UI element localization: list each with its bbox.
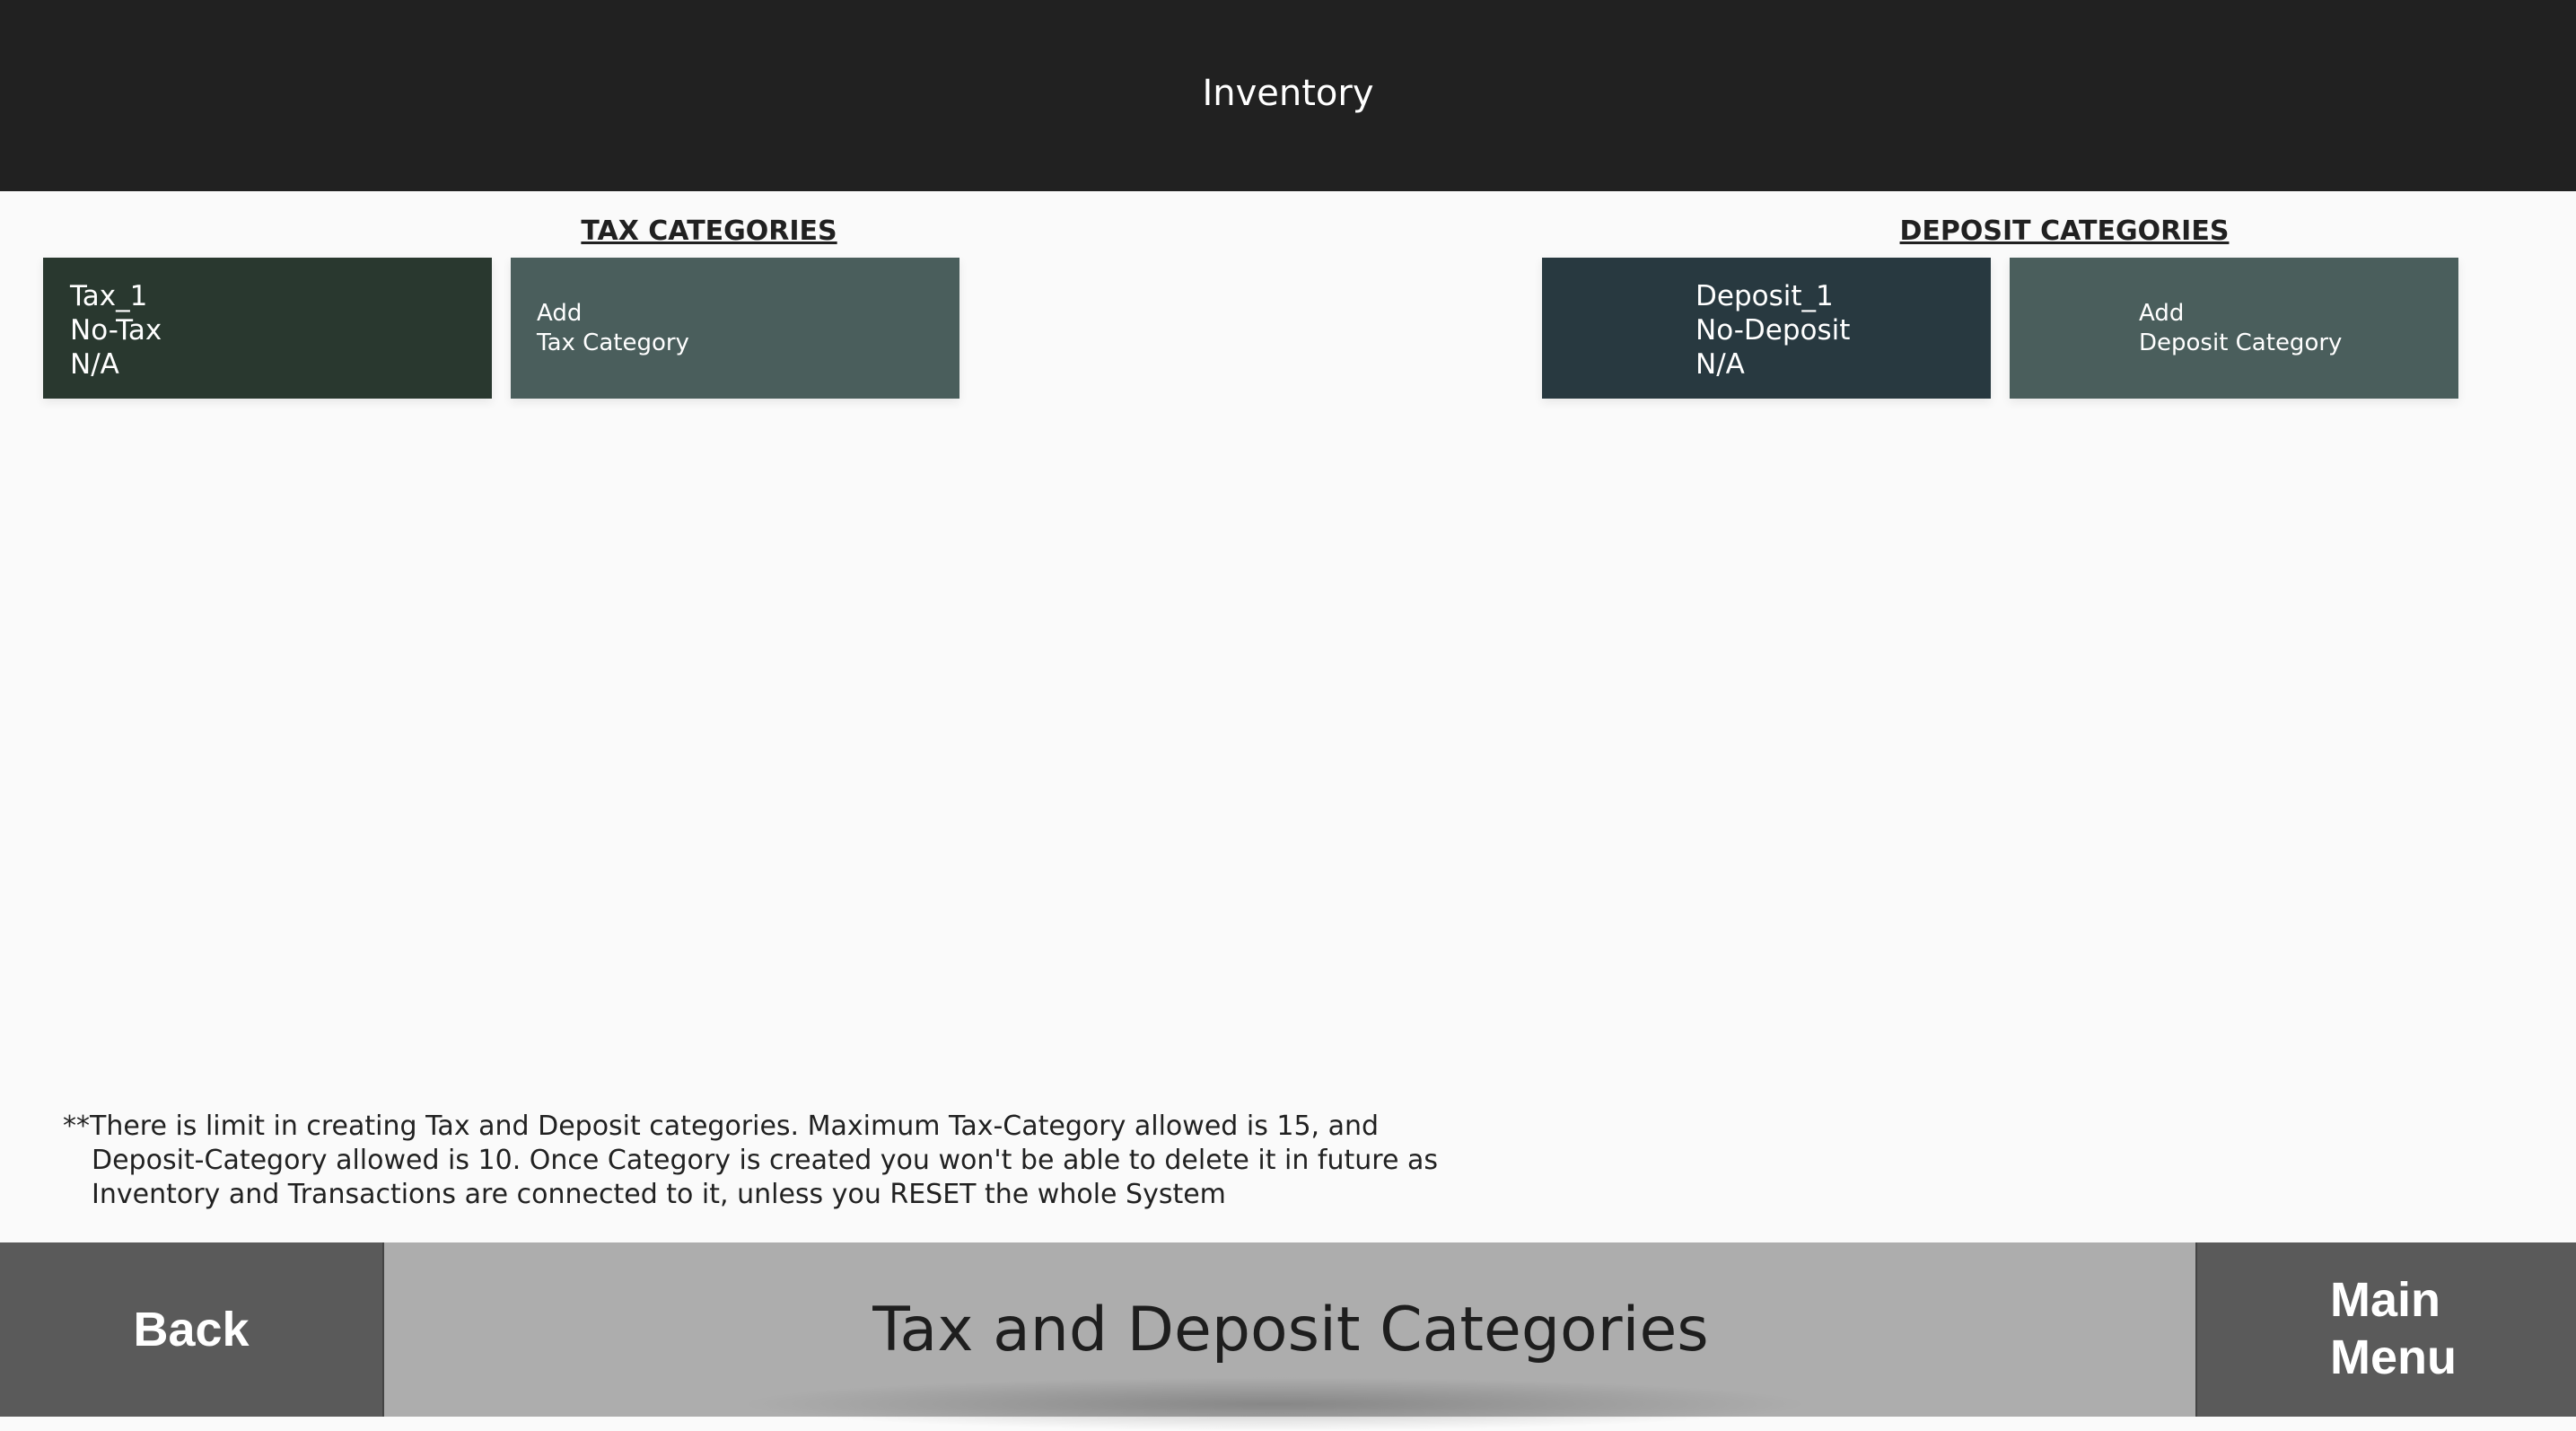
tax-category-name: Tax_1 bbox=[70, 280, 148, 312]
deposit-category-tile[interactable]: Deposit_1 No-Deposit N/A bbox=[1542, 258, 1991, 399]
add-tax-line2: Tax Category bbox=[537, 329, 689, 356]
deposit-category-details: Deposit_1 No-Deposit N/A bbox=[1695, 279, 1850, 382]
page-title: Tax and Deposit Categories bbox=[872, 1294, 1709, 1365]
main-menu-button[interactable]: Main Menu bbox=[2195, 1242, 2576, 1417]
tax-category-tile[interactable]: Tax_1 No-Tax N/A bbox=[43, 258, 492, 399]
add-tax-line1: Add bbox=[537, 300, 583, 327]
add-deposit-category-button[interactable]: Add Deposit Category bbox=[2010, 258, 2458, 399]
note-line-2: Deposit-Category allowed is 10. Once Cat… bbox=[92, 1145, 1438, 1176]
main-menu-line2: Menu bbox=[2330, 1330, 2457, 1384]
add-deposit-category-label: Add Deposit Category bbox=[2139, 299, 2342, 358]
tax-category-type: No-Tax bbox=[70, 314, 162, 347]
deposit-category-name: Deposit_1 bbox=[1695, 280, 1834, 312]
header-title: Inventory bbox=[1202, 72, 1374, 114]
footer-bar: Back Tax and Deposit Categories Main Men… bbox=[0, 1242, 2576, 1431]
deposit-categories-title: DEPOSIT CATEGORIES bbox=[1899, 215, 2230, 247]
deposit-category-type: No-Deposit bbox=[1695, 314, 1851, 347]
category-limit-note: **There is limit in creating Tax and Dep… bbox=[63, 1110, 1463, 1212]
deposit-category-amount: N/A bbox=[1695, 348, 1745, 381]
add-tax-category-label: Add Tax Category bbox=[537, 299, 689, 358]
tax-category-details: Tax_1 No-Tax N/A bbox=[70, 279, 162, 382]
tax-categories-title: TAX CATEGORIES bbox=[581, 215, 837, 247]
note-line-1: **There is limit in creating Tax and Dep… bbox=[63, 1111, 1380, 1142]
note-line-3: Inventory and Transactions are connected… bbox=[92, 1179, 1226, 1210]
tax-category-rate: N/A bbox=[70, 348, 119, 381]
add-deposit-line2: Deposit Category bbox=[2139, 329, 2343, 356]
main-menu-line1: Main bbox=[2330, 1273, 2441, 1327]
add-tax-category-button[interactable]: Add Tax Category bbox=[511, 258, 959, 399]
app-header: Inventory bbox=[0, 0, 2576, 191]
add-deposit-line1: Add bbox=[2139, 300, 2185, 327]
back-button[interactable]: Back bbox=[0, 1242, 384, 1417]
